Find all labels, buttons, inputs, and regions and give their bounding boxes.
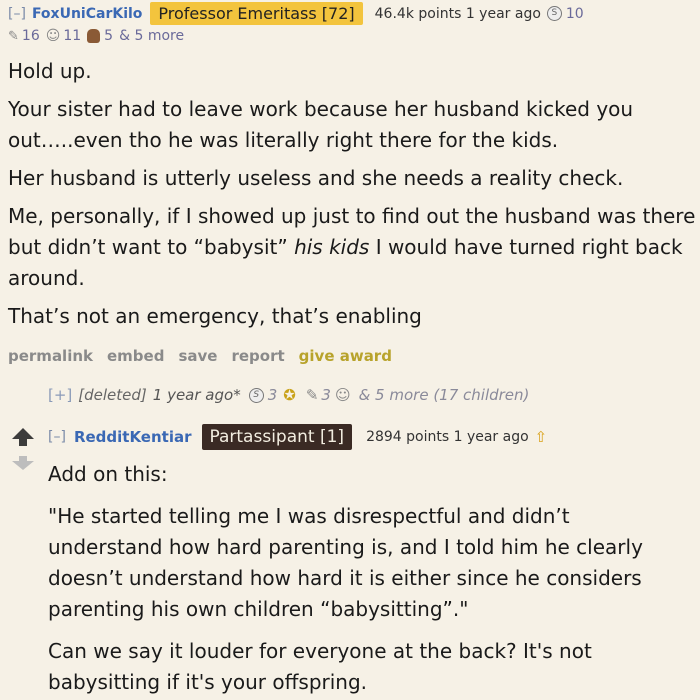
collapse-toggle[interactable]: [–] [8,6,26,22]
expand-toggle[interactable]: [+] [48,386,72,404]
more-awards-link[interactable]: & 5 more (17 children) [359,386,530,404]
give-award-link[interactable]: give award [299,347,392,365]
helpful-icon: ✎ [305,386,319,404]
wholesome-icon: ☺ [334,386,351,404]
comment-quote: "He started telling me I was disrespectf… [48,504,643,621]
gold-award-icon: ✪ [283,386,296,404]
user-flair: Partassipant [1] [201,424,353,450]
collapsed-comment[interactable]: [+] [deleted] 1 year ago* S 3 ✪ ✎ 3 ☺ & … [48,386,529,404]
silver-coin-icon: S [248,387,264,403]
upvote-arrow-icon[interactable] [12,428,34,446]
beaver-icon [87,29,101,43]
save-link[interactable]: save [178,347,217,365]
award-count: 3 [267,386,278,404]
comment-1-body: Hold up. Your sister had to leave work b… [8,56,698,332]
award-count: 11 [63,28,82,44]
score-and-time: 46.4k points 1 year ago [374,5,541,22]
user-flair: Professor Emeritass [72] [150,2,363,25]
award-count: 5 [104,28,114,44]
comment-paragraph: Her husband is utterly useless and she n… [8,166,624,190]
comment-paragraph: Hold up. [8,59,92,83]
report-link[interactable]: report [231,347,284,365]
comment-author[interactable]: FoxUniCarKilo [32,6,142,22]
comment-2-header: [–] RedditKentiar Partassipant [1] 2894 … [48,424,547,450]
comment-paragraph: Your sister had to leave work because he… [8,97,634,152]
comment-paragraph: Add on this: [48,462,168,486]
award-count: 16 [21,28,40,44]
comment-1-actions: permalink embed save report give award [8,347,406,365]
score-and-time: 2894 points 1 year ago [366,429,529,445]
award-count: 3 [321,386,331,404]
award-silver[interactable]: S 10 [546,5,584,22]
helpful-icon: ✎ [8,28,19,44]
downvote-arrow-icon[interactable] [12,456,34,470]
award-helpful[interactable]: ✎ 16 [8,28,40,44]
wholesome-icon: ☺ [45,28,61,44]
collapse-toggle[interactable]: [–] [48,429,66,445]
comment-paragraph: Can we say it louder for everyone at the… [48,639,592,694]
deleted-author: [deleted] [78,386,147,404]
award-beaver[interactable]: 5 [87,28,113,44]
comment-author[interactable]: RedditKentiar [74,428,192,446]
comment-1-header: [–] FoxUniCarKilo Professor Emeritass [7… [8,2,698,44]
rocket-award-icon[interactable]: ⇧ [535,428,548,446]
silver-coin-icon: S [546,6,562,21]
permalink-link[interactable]: permalink [8,347,93,365]
comment-paragraph: Me, personally, if I showed up just to f… [8,201,698,294]
award-wholesome[interactable]: ☺ 11 [46,28,81,44]
award-count: 10 [565,5,584,22]
comment-2-body: Add on this: "He started telling me I wa… [48,459,688,698]
collapsed-time: 1 year ago* [152,386,241,404]
emphasis-text: his kids [294,235,370,259]
comment-paragraph: That’s not an emergency, that’s enabling [8,304,422,328]
embed-link[interactable]: embed [107,347,164,365]
more-awards-link[interactable]: & 5 more [119,28,184,44]
